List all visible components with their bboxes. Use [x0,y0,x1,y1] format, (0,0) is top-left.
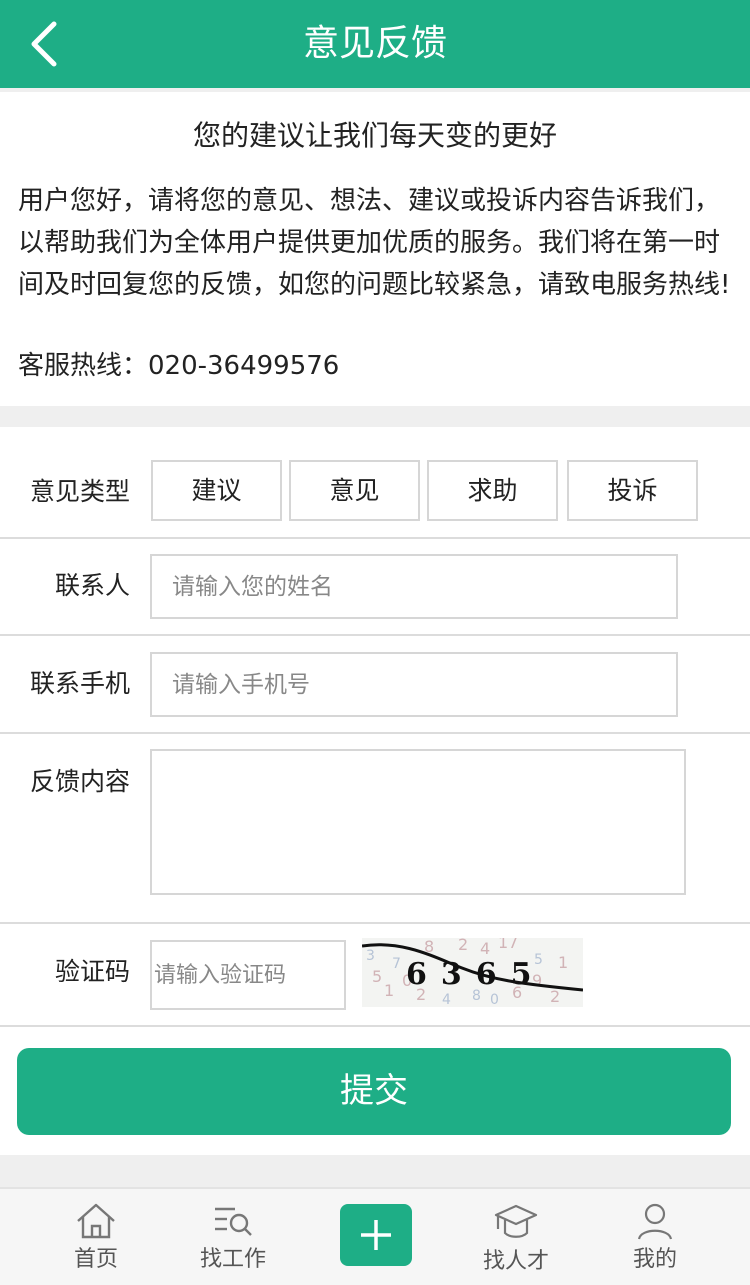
tab-mine[interactable]: 我的 [605,1189,705,1285]
svg-text:1: 1 [384,981,394,1000]
tab-find-talent[interactable]: 找人才 [466,1189,566,1285]
feedback-content-label: 反馈内容 [29,767,130,796]
service-hotline[interactable]: 客服热线：020-36499576 [18,348,339,384]
intro-description: 用户您好，请将您的意见、想法、建议或投诉内容告诉我们，以帮助我们为全体用户提供更… [18,186,731,300]
contact-name-label: 联系人 [54,571,130,600]
intro-section: 您的建议让我们每天变的更好 用户您好，请将您的意见、想法、建议或投诉内容告诉我们… [0,92,750,406]
tab-find-job-label: 找工作 [199,1247,266,1272]
intro-slogan: 您的建议让我们每天变的更好 [192,119,557,152]
phone-label: 联系手机 [29,669,130,698]
svg-text:3: 3 [366,948,375,964]
tab-home-label: 首页 [73,1247,118,1272]
svg-text:4: 4 [442,992,451,1007]
type-option-complaint[interactable]: 投诉 [567,460,698,521]
phone-input[interactable] [150,652,678,717]
contact-name-input[interactable] [150,554,678,619]
divider [0,922,750,924]
tab-find-talent-label: 找人才 [482,1249,549,1274]
svg-text:5: 5 [372,967,382,986]
divider [0,1025,750,1027]
tab-mine-label: 我的 [632,1247,677,1272]
type-option-help[interactable]: 求助 [427,460,558,521]
divider [0,634,750,636]
type-option-opinion[interactable]: 意见 [289,460,420,521]
tab-find-job[interactable]: 找工作 [183,1189,283,1285]
type-option-suggestion[interactable]: 建议 [151,460,282,521]
tab-post[interactable] [340,1204,412,1266]
divider [0,537,750,539]
plus-icon [361,1220,391,1250]
captcha-label: 验证码 [54,957,130,986]
top-bar: 意见反馈 [0,0,750,88]
captcha-input[interactable] [150,940,346,1010]
tab-home[interactable]: 首页 [46,1189,146,1285]
bottom-tab-bar: 首页 找工作 找人才 我的 [0,1187,750,1285]
svg-text:17: 17 [498,938,518,952]
svg-text:2: 2 [458,938,468,954]
svg-text:4: 4 [480,939,490,958]
svg-text:0: 0 [490,992,499,1007]
captcha-image[interactable]: 8 2 4 17 5102 6921 3748 05 6365 [362,938,583,1007]
svg-text:2: 2 [550,987,560,1006]
submit-button[interactable]: 提交 [17,1048,731,1135]
feedback-content-textarea[interactable] [150,749,686,895]
svg-text:1: 1 [558,953,568,972]
feedback-form: 意见类型 建议 意见 求助 投诉 联系人 联系手机 反馈内容 验证码 82417… [0,427,750,1155]
divider [0,732,750,734]
feedback-type-label: 意见类型 [29,477,130,506]
user-icon [633,1201,677,1241]
page-title: 意见反馈 [302,23,447,64]
job-search-icon [211,1201,255,1241]
graduation-cap-icon [494,1201,538,1241]
captcha-text: 6365 [406,957,546,992]
home-icon [74,1201,118,1241]
svg-text:7: 7 [392,956,401,972]
